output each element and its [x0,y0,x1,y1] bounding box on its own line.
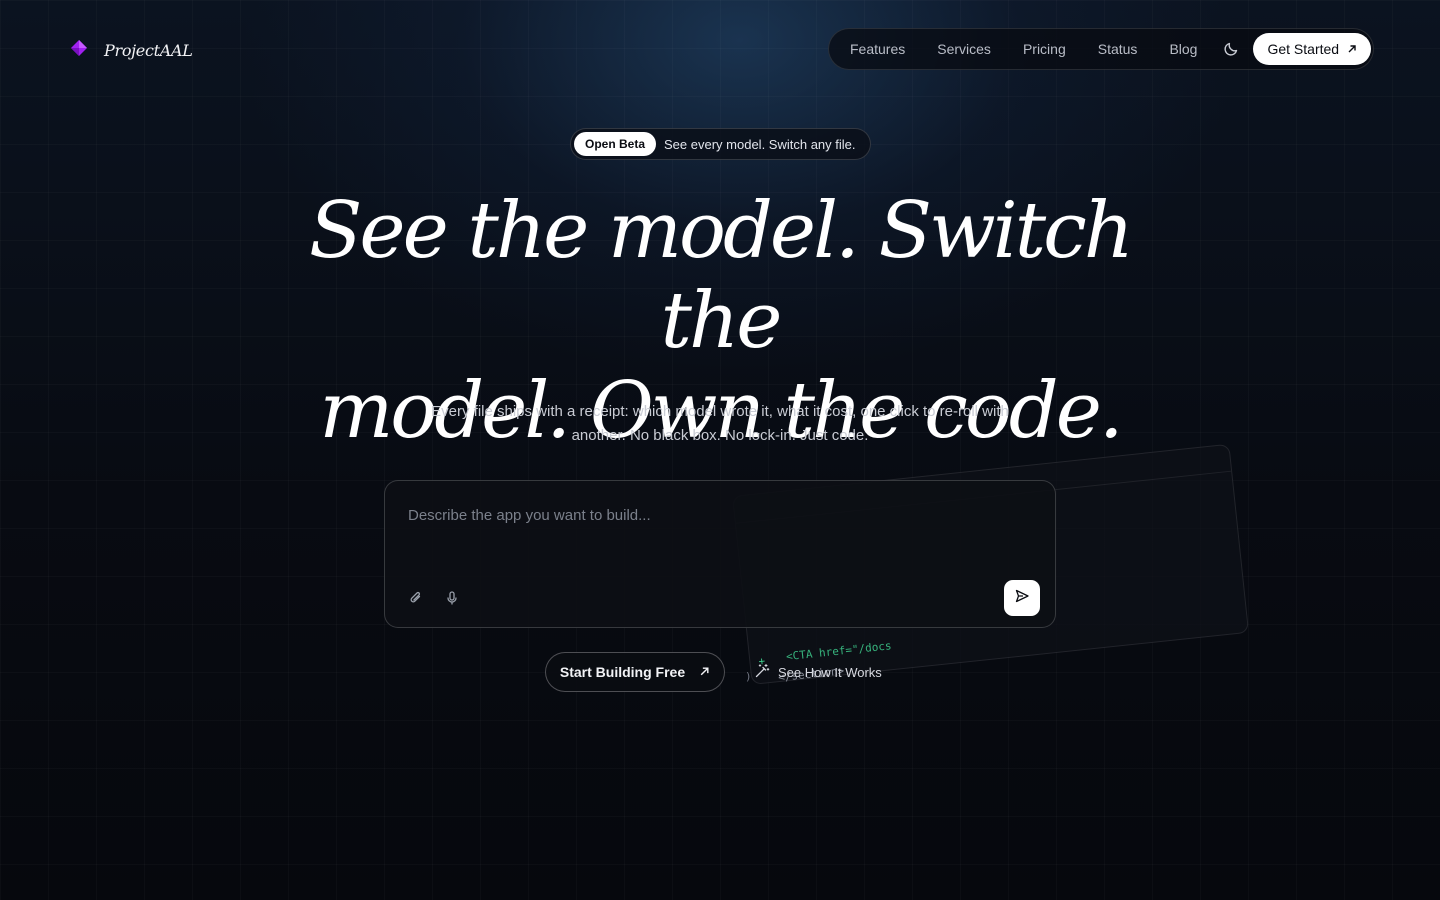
nav-link-blog[interactable]: Blog [1169,41,1197,57]
open-beta-pill: Open Beta [574,132,657,156]
send-button[interactable] [1004,580,1040,616]
landing-page: ProjectAAL Features Services Pricing Sta… [0,0,1440,900]
get-started-label: Get Started [1267,41,1340,57]
start-building-free-button[interactable]: Start Building Free [545,652,725,692]
brand[interactable]: ProjectAAL [70,36,193,64]
paperclip-icon[interactable] [407,589,425,607]
brand-name: ProjectAAL [104,40,193,60]
badge-text: See every model. Switch any file. [664,136,856,152]
arrow-up-right-icon [699,664,710,680]
prompt-box [384,480,1056,628]
send-icon [1014,588,1030,608]
nav-link-services[interactable]: Services [937,41,991,57]
code-line-paren: ) [745,670,752,683]
moon-icon[interactable] [1223,40,1239,58]
hero-subtitle: Every file ships with a receipt: which m… [431,403,1009,444]
get-started-button[interactable]: Get Started [1253,33,1372,65]
see-how-it-works-link[interactable]: See How It Works [754,662,882,682]
prompt-input[interactable] [408,503,1028,527]
diamond-logo-icon [70,39,88,61]
nav-link-status[interactable]: Status [1098,41,1138,57]
top-nav: Features Services Pricing Status Blog Ge… [828,28,1374,70]
microphone-icon[interactable] [443,589,461,607]
nav-link-pricing[interactable]: Pricing [1023,41,1066,57]
magic-wand-icon [754,663,770,682]
see-how-it-works-label: See How It Works [778,664,882,680]
code-line-added: <CTA href="/docs [785,639,893,664]
start-building-free-label: Start Building Free [559,664,686,680]
nav-link-features[interactable]: Features [850,41,905,57]
arrow-up-right-icon [1347,41,1357,57]
announcement-badge[interactable]: Open Beta See every model. Switch any fi… [570,128,871,160]
hero-title-line-1: See the model. Switch the [308,186,1134,366]
